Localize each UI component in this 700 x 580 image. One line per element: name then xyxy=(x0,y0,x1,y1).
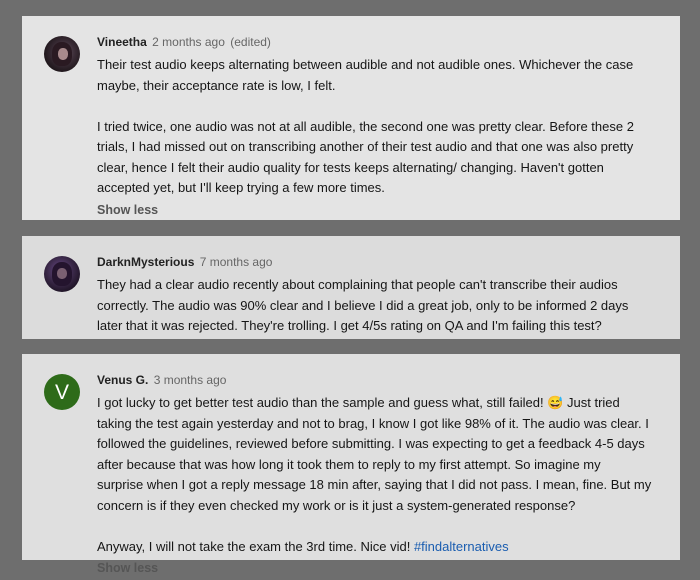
comment-timestamp[interactable]: 3 months ago xyxy=(154,373,227,387)
comment-line: accepted yet, but I'll keep trying a few… xyxy=(97,180,385,195)
comment-line: after because that was how long it took … xyxy=(97,456,601,472)
comment-card: DarknMysterious 7 months ago They had a … xyxy=(22,236,680,339)
comment-content: Venus G. 3 months ago I got lucky to get… xyxy=(97,371,662,578)
show-less-button[interactable]: Show less xyxy=(97,200,662,220)
comment-line: followed the guidelines, reviewed before… xyxy=(97,436,645,451)
avatar-letter-icon[interactable]: V xyxy=(44,374,80,410)
show-less-button[interactable]: Show less xyxy=(97,558,662,578)
comment-line: surprise when I got a reply message 18 m… xyxy=(97,477,652,492)
comment-line: Their test audio keeps alternating betwe… xyxy=(97,57,634,72)
comment-content: Vineetha 2 months ago (edited) Their tes… xyxy=(97,33,662,220)
comment-timestamp[interactable]: 2 months ago xyxy=(152,35,225,49)
comment-timestamp[interactable]: 7 months ago xyxy=(200,255,273,269)
profile-photo-icon[interactable] xyxy=(44,256,80,292)
comment-card: V Venus G. 3 months ago I got lucky to g… xyxy=(22,354,680,575)
comment-header: Venus G. 3 months ago xyxy=(97,371,662,389)
comment-header: Vineetha 2 months ago (edited) xyxy=(97,33,662,51)
comment-line: Anyway, I will not take the exam the 3rd… xyxy=(97,537,662,558)
comment-card: Vineetha 2 months ago (edited) Their tes… xyxy=(22,16,680,220)
comment-author[interactable]: DarknMysterious xyxy=(97,255,194,269)
comment-line: concern is if they even checked my work … xyxy=(97,497,576,513)
comment-content: DarknMysterious 7 months ago They had a … xyxy=(97,253,662,337)
avatar-face xyxy=(58,48,68,60)
comment-text: Their test audio keeps alternating betwe… xyxy=(97,55,662,199)
comment-line: correctly. The audio was 90% clear and I… xyxy=(97,297,629,313)
comment-line: later that it was rejected. They're trol… xyxy=(97,318,602,333)
comment-author[interactable]: Venus G. xyxy=(97,373,148,387)
comment-header: DarknMysterious 7 months ago xyxy=(97,253,662,271)
comment-line-text: Anyway, I will not take the exam the 3rd… xyxy=(97,538,414,554)
comment-author[interactable]: Vineetha xyxy=(97,35,147,49)
hashtag-link[interactable]: #findalternatives xyxy=(414,539,509,554)
comment-line: clear, hence I felt their audio quality … xyxy=(97,159,604,175)
avatar-face xyxy=(57,268,67,279)
comment-line: I got lucky to get better test audio tha… xyxy=(97,395,620,410)
comment-text: I got lucky to get better test audio tha… xyxy=(97,393,662,557)
comment-line: maybe, their acceptance rate is low, I f… xyxy=(97,77,336,93)
edited-label: (edited) xyxy=(230,35,271,49)
avatar-letter: V xyxy=(54,380,69,404)
comment-line: They had a clear audio recently about co… xyxy=(97,277,618,292)
comment-text: They had a clear audio recently about co… xyxy=(97,275,662,337)
comment-line: I tried twice, one audio was not at all … xyxy=(97,118,634,134)
comment-line: trials, I had missed out on transcribing… xyxy=(97,139,634,154)
profile-photo-icon[interactable] xyxy=(44,36,80,72)
comment-line: taking the test again yesterday and not … xyxy=(97,415,649,431)
